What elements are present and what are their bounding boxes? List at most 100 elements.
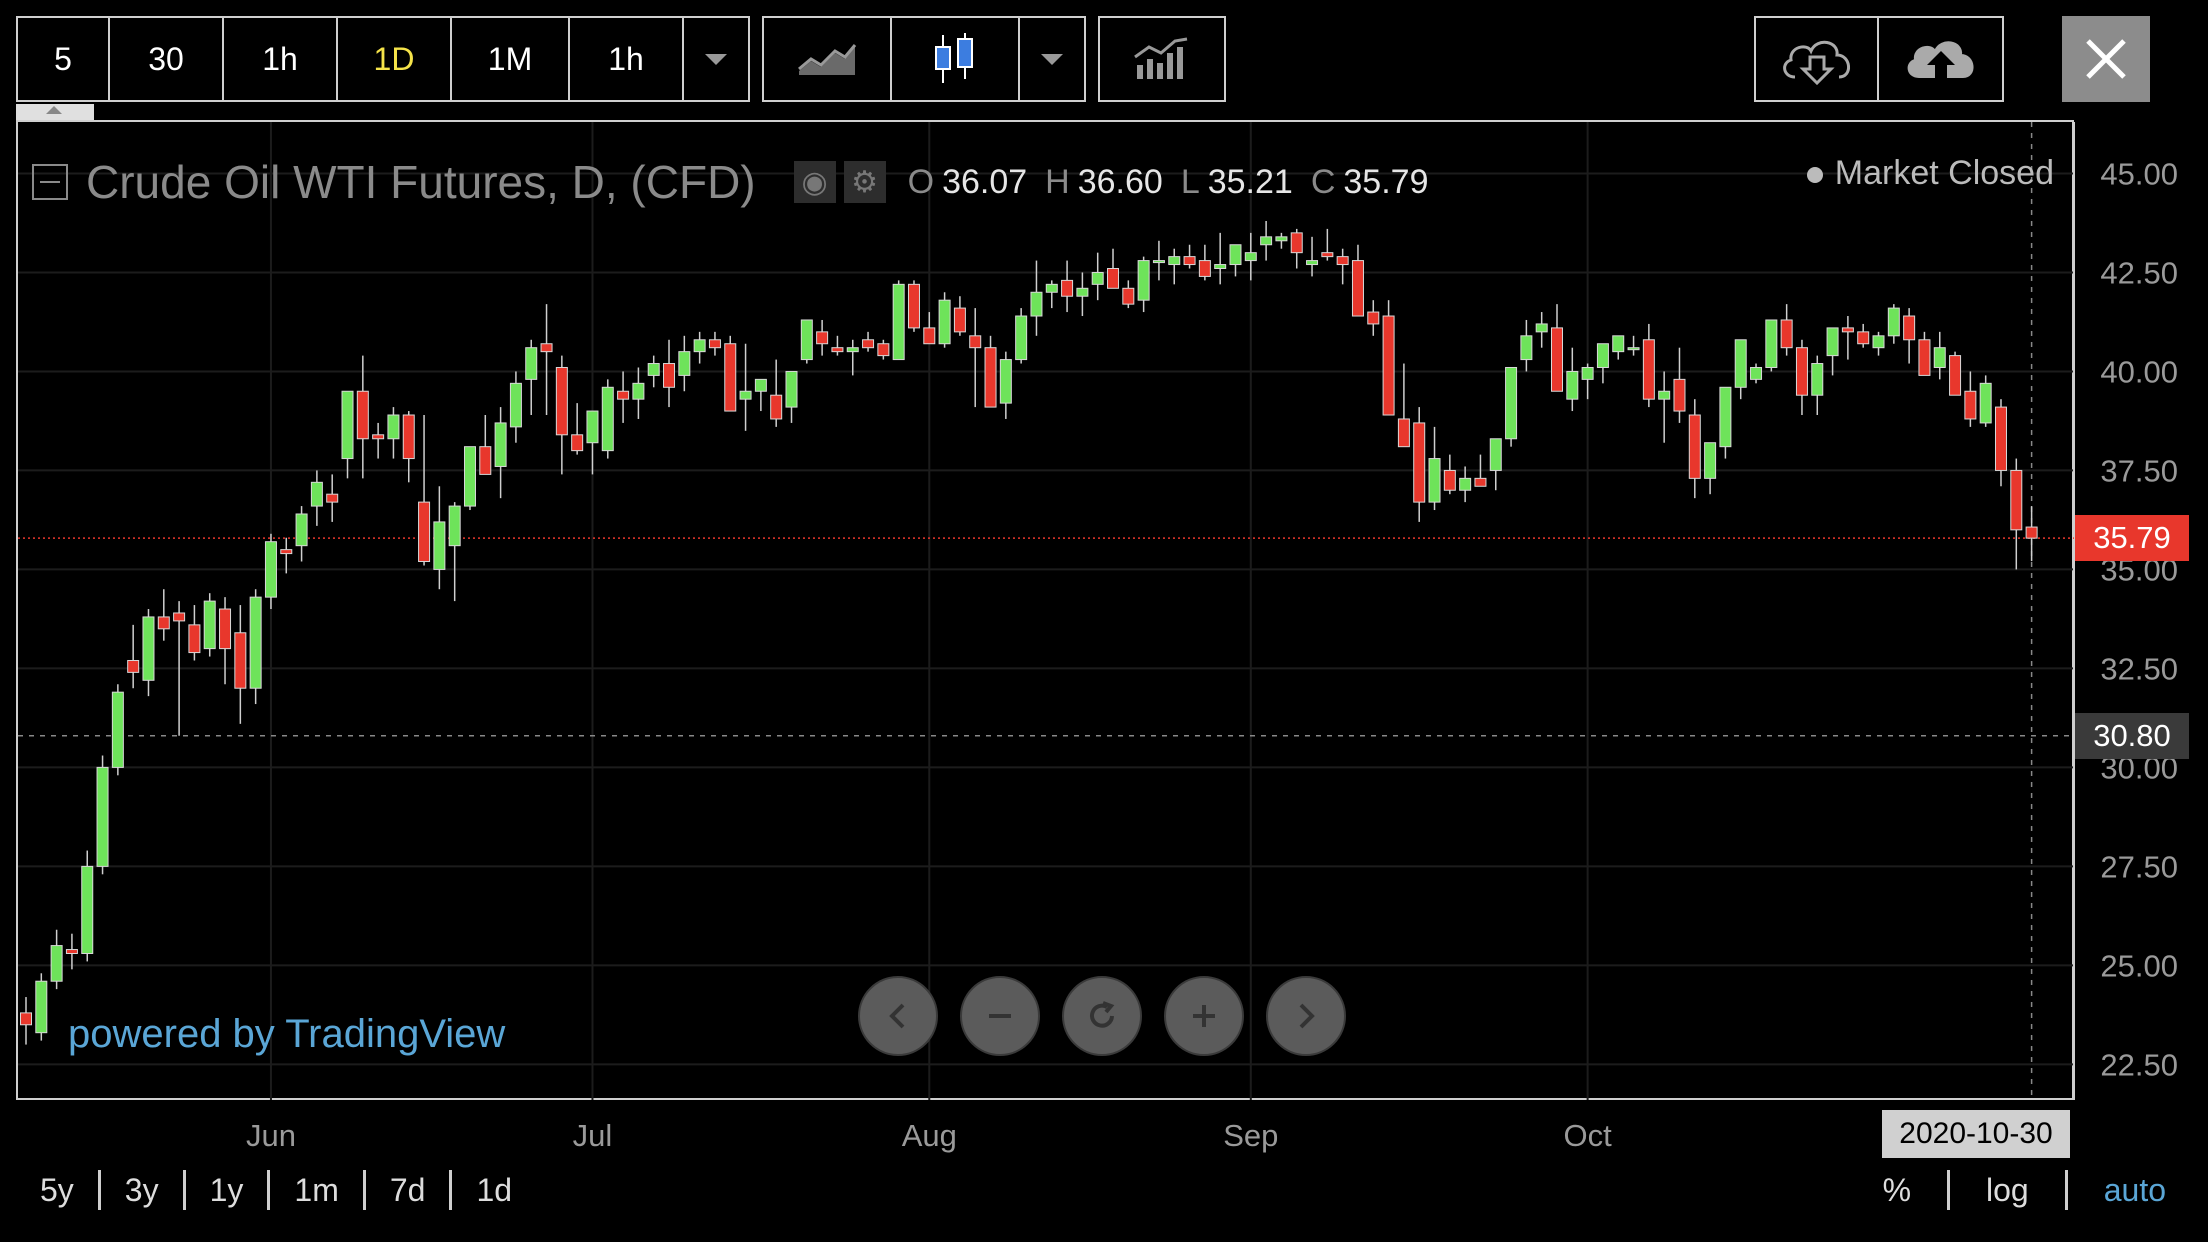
candle-body xyxy=(1137,260,1150,301)
candle-body xyxy=(1091,271,1104,285)
eye-icon[interactable]: ◉ xyxy=(793,161,836,203)
candle-body xyxy=(1795,347,1808,396)
y-tick-label: 42.50 xyxy=(2100,255,2178,290)
gear-icon[interactable]: ⚙ xyxy=(843,161,886,203)
chevron-left-icon xyxy=(889,1003,905,1029)
chart-legend: Crude Oil WTI Futures, D, (CFD) ◉ ⚙ O 36.… xyxy=(32,150,1428,214)
range-button-5y[interactable]: 5y xyxy=(16,1170,101,1210)
range-button-1y[interactable]: 1y xyxy=(186,1170,271,1210)
y-tick-label: 27.50 xyxy=(2100,849,2178,884)
candle-body xyxy=(1520,335,1533,361)
candle-body xyxy=(739,390,752,400)
candle-body xyxy=(127,659,140,673)
candle-body xyxy=(157,616,170,630)
candle-body xyxy=(1459,477,1472,491)
candle-body xyxy=(770,394,783,420)
candle-body xyxy=(1428,458,1441,503)
candle-body xyxy=(96,766,109,867)
minus-icon xyxy=(989,1014,1011,1018)
ohlc-values: O 36.07 H 36.60 L 35.21 C 35.79 xyxy=(908,163,1429,202)
candle-body xyxy=(1994,406,2007,471)
candle-body xyxy=(234,632,247,689)
candle-body xyxy=(509,382,522,428)
candle-body xyxy=(999,359,1012,404)
candle-body xyxy=(50,945,63,982)
zoom-out-button[interactable] xyxy=(960,976,1040,1056)
candle-body xyxy=(1382,315,1395,416)
ohlc-item: O 36.07 xyxy=(908,163,1028,202)
candle-body xyxy=(1627,347,1640,351)
ohlc-item: H 36.60 xyxy=(1045,163,1163,202)
ohlc-key: C xyxy=(1310,162,1336,201)
x-tick-label: Jul xyxy=(573,1118,613,1153)
collapse-legend-icon[interactable] xyxy=(32,164,68,200)
candle-body xyxy=(1198,260,1211,277)
ohlc-item: C 35.79 xyxy=(1311,163,1429,202)
candle-body xyxy=(1107,268,1120,289)
scroll-right-button[interactable] xyxy=(1266,976,1346,1056)
candle-body xyxy=(1367,311,1380,325)
last-price-label: 35.79 xyxy=(2075,515,2189,562)
range-button-3y[interactable]: 3y xyxy=(101,1170,186,1210)
tradingview-watermark[interactable]: powered by TradingView xyxy=(68,1012,505,1057)
candle-body xyxy=(1290,232,1303,254)
candle-body xyxy=(1979,382,1992,424)
candle-body xyxy=(663,363,676,388)
candle-body xyxy=(2010,469,2023,531)
reset-button[interactable] xyxy=(1062,976,1142,1056)
crosshair-price-label: 30.80 xyxy=(2075,712,2189,759)
date-range-bar: 5y 3y 1y 1m 7d 1d xyxy=(16,1160,536,1220)
scale-option-button[interactable]: auto xyxy=(2068,1170,2174,1210)
candle-body xyxy=(142,616,155,681)
ohlc-value: 35.21 xyxy=(1207,162,1293,201)
candle-body xyxy=(1474,477,1487,487)
candle-body xyxy=(1688,414,1701,479)
scale-option-button[interactable]: % xyxy=(1847,1170,1951,1210)
zoom-in-button[interactable] xyxy=(1164,976,1244,1056)
candle-body xyxy=(494,422,507,467)
candle-body xyxy=(1321,252,1334,258)
candle-body xyxy=(372,434,385,440)
candle-body xyxy=(1351,260,1364,317)
crosshair-date-label: 2020-10-30 xyxy=(1882,1110,2070,1158)
market-status: Market Closed xyxy=(1807,154,2054,193)
candle-body xyxy=(1734,339,1747,388)
candle-body xyxy=(81,865,94,954)
range-button-1d[interactable]: 1d xyxy=(452,1170,536,1210)
candle-body xyxy=(647,363,660,376)
candle-body xyxy=(1397,418,1410,448)
scale-option-button[interactable]: log xyxy=(1950,1170,2068,1210)
candle-body xyxy=(800,319,813,361)
candle-body xyxy=(816,331,829,345)
candle-body xyxy=(1443,469,1456,491)
candle-body xyxy=(1765,319,1778,368)
candle-body xyxy=(1719,386,1732,448)
candle-body xyxy=(1612,335,1625,353)
range-button-1m[interactable]: 1m xyxy=(270,1170,366,1210)
scale-options-bar: % log auto xyxy=(1847,1160,2174,1220)
refresh-icon xyxy=(1090,1001,1115,1028)
x-tick-label: Jun xyxy=(246,1118,296,1153)
candle-body xyxy=(877,343,890,357)
candle-body xyxy=(402,414,415,460)
candle-body xyxy=(1841,327,1854,333)
candle-body xyxy=(1275,236,1288,242)
candle-body xyxy=(1750,366,1763,380)
candle-body xyxy=(1642,339,1655,400)
candle-body xyxy=(1566,370,1579,400)
candle-body xyxy=(1061,279,1074,297)
candle-body xyxy=(341,390,354,460)
candle-body xyxy=(923,327,936,345)
scroll-left-button[interactable] xyxy=(858,976,938,1056)
candle-body xyxy=(1505,366,1518,440)
range-button-7d[interactable]: 7d xyxy=(366,1170,453,1210)
candle-body xyxy=(1551,327,1563,392)
candle-body xyxy=(1887,307,1900,337)
candle-body xyxy=(1673,378,1686,412)
candle-body xyxy=(1964,390,1977,420)
ohlc-value: 36.07 xyxy=(942,162,1028,201)
ohlc-key: H xyxy=(1045,162,1070,201)
candle-body xyxy=(892,283,905,361)
x-tick-label: Sep xyxy=(1223,1118,1278,1153)
candle-body xyxy=(708,339,721,349)
